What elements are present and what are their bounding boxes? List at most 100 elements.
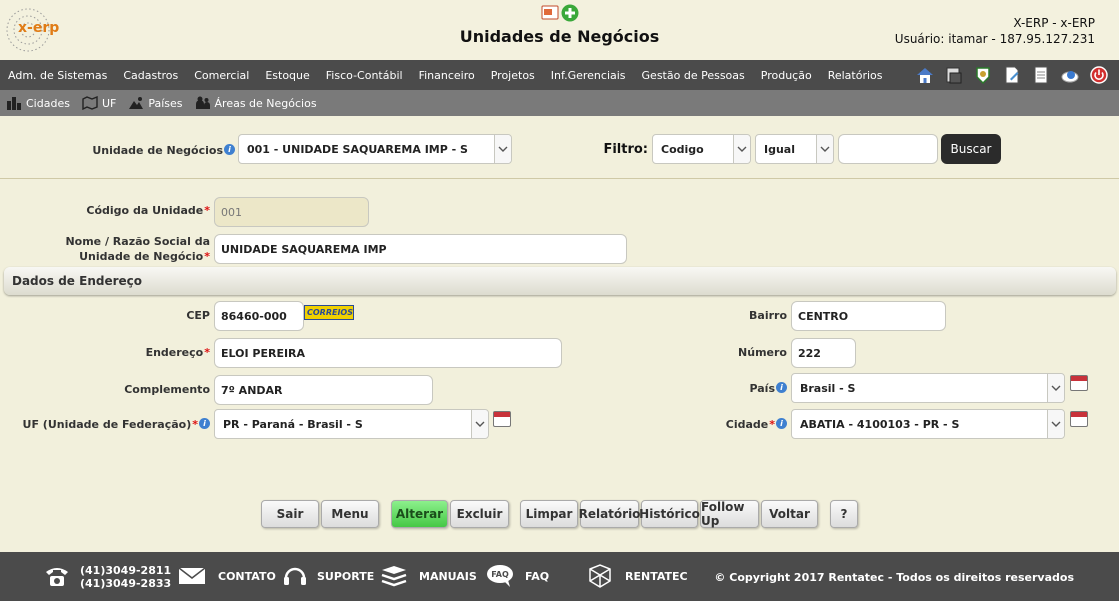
presentation-icon[interactable] (541, 4, 559, 22)
menu-relatorios[interactable]: Relatórios (820, 69, 891, 82)
rentatec-link[interactable]: RENTATEC (586, 563, 688, 589)
info-icon[interactable]: i (224, 144, 235, 155)
unidade-negocios-select[interactable]: 001 - UNIDADE SAQUAREMA IMP - S (238, 134, 512, 164)
chevron-down-icon[interactable] (494, 135, 511, 163)
chevron-down-icon[interactable] (1047, 374, 1064, 402)
menu-inf-gerenciais[interactable]: Inf.Gerenciais (543, 69, 634, 82)
faq-link[interactable]: FAQ FAQ (486, 564, 549, 588)
menu-estoque[interactable]: Estoque (257, 69, 317, 82)
excluir-button[interactable]: Excluir (450, 500, 509, 528)
submenu-uf-label: UF (101, 96, 117, 110)
manuais-label: MANUAIS (419, 569, 477, 583)
followup-button[interactable]: Follow Up (700, 500, 759, 528)
filtro-operador-select[interactable]: Igual (755, 134, 834, 164)
alterar-button[interactable]: Alterar (391, 500, 448, 528)
submenu-cidades-label: Cidades (26, 96, 70, 110)
chevron-down-icon[interactable] (1047, 410, 1064, 438)
phone-icon (46, 568, 68, 586)
correios-search-button[interactable]: CORREIOS (304, 305, 354, 320)
notepad-icon[interactable] (1031, 65, 1051, 85)
copyright: © Copyright 2017 Rentatec - Todos os dir… (714, 571, 1074, 584)
menu-cadastros[interactable]: Cadastros (115, 69, 186, 82)
cep-field[interactable]: 86460-000 (214, 301, 304, 331)
endereco-field[interactable]: ELOI PEREIRA (214, 338, 562, 368)
menu-financeiro[interactable]: Financeiro (411, 69, 483, 82)
add-circle-icon[interactable] (561, 4, 579, 22)
header-actions (541, 4, 579, 22)
contato-label: CONTATO (218, 569, 276, 583)
info-icon[interactable]: i (776, 418, 787, 429)
cidade-select[interactable]: ABATIA - 4100103 - PR - S (791, 409, 1065, 439)
complemento-field[interactable]: 7º ANDAR (214, 375, 433, 405)
uf-label: UF (Unidade de Federação)* i (20, 418, 210, 431)
limpar-button[interactable]: Limpar (520, 500, 578, 528)
section-endereco: Dados de Endereço (4, 267, 1116, 295)
cidade-label: Cidade* i (690, 418, 787, 431)
chevron-down-icon[interactable] (733, 135, 750, 163)
menu-adm-sistemas[interactable]: Adm. de Sistemas (0, 69, 115, 82)
cloud-user-icon[interactable] (1060, 65, 1080, 85)
pais-select[interactable]: Brasil - S (791, 373, 1065, 403)
cep-label: CEP (186, 309, 210, 322)
filtro-campo-select[interactable]: Codigo (652, 134, 751, 164)
mail-icon (178, 567, 206, 584)
uf-register-icon[interactable] (493, 411, 511, 427)
chevron-down-icon[interactable] (471, 410, 488, 438)
menu-projetos[interactable]: Projetos (483, 69, 543, 82)
menu-comercial[interactable]: Comercial (186, 69, 257, 82)
uf-select[interactable]: PR - Paraná - Brasil - S (214, 409, 489, 439)
filtro-operador-value: Igual (764, 142, 795, 156)
bairro-field[interactable]: CENTRO (791, 301, 946, 331)
submenu-paises-label: Países (148, 96, 183, 110)
home-icon[interactable] (915, 65, 935, 85)
unidade-negocios-label: Unidade de Negócios i (60, 144, 235, 157)
info-icon[interactable]: i (199, 418, 210, 429)
info-icon[interactable]: i (776, 382, 787, 393)
numero-label: Número (738, 346, 787, 359)
pais-label: País i (690, 382, 787, 395)
relatorio-button[interactable]: Relatório (579, 500, 640, 528)
submenu-areas-negocios[interactable]: Áreas de Negócios (195, 96, 317, 110)
suporte-link[interactable]: SUPORTE (282, 564, 374, 588)
system-name: X-ERP - x-ERP (1013, 16, 1095, 30)
historico-button[interactable]: Histórico (639, 500, 700, 528)
user-info: Usuário: itamar - 187.95.127.231 (894, 32, 1095, 46)
menu-fisco-contabil[interactable]: Fisco-Contábil (318, 69, 411, 82)
voltar-button[interactable]: Voltar (761, 500, 818, 528)
submenu-paises[interactable]: Países (128, 96, 183, 110)
suporte-label: SUPORTE (317, 569, 375, 583)
submenu-cidades[interactable]: Cidades (6, 96, 70, 110)
help-button[interactable]: ? (830, 500, 858, 528)
sair-button[interactable]: Sair (261, 500, 319, 528)
buscar-button[interactable]: Buscar (941, 134, 1001, 164)
contato-link[interactable]: CONTATO (178, 566, 276, 586)
menu-producao[interactable]: Produção (753, 69, 820, 82)
menu-button[interactable]: Menu (321, 500, 379, 528)
submenu-uf[interactable]: UF (82, 96, 116, 110)
faq-icon-text: FAQ (491, 570, 509, 579)
nome-field[interactable]: UNIDADE SAQUAREMA IMP (214, 234, 627, 264)
pais-register-icon[interactable] (1070, 375, 1088, 391)
nome-label: Nome / Razão Social da Unidade de Negóci… (65, 235, 210, 263)
printer-icon[interactable] (944, 65, 964, 85)
chevron-down-icon[interactable] (816, 135, 833, 163)
numero-field[interactable]: 222 (791, 338, 856, 368)
sub-menu: Cidades UF Países Áreas de Negócios (0, 90, 1119, 116)
cidade-register-icon[interactable] (1070, 411, 1088, 427)
correios-text: CORREIOS (307, 308, 353, 317)
footer: (41)3049-2811 (41)3049-2833 CONTATO SUPO… (0, 552, 1119, 601)
filtro-valor-input[interactable] (838, 134, 938, 164)
unidade-negocios-value: 001 - UNIDADE SAQUAREMA IMP - S (247, 142, 468, 156)
uf-value: PR - Paraná - Brasil - S (223, 417, 363, 431)
filtro-campo-value: Codigo (661, 142, 704, 156)
manuais-link[interactable]: MANUAIS (380, 565, 477, 587)
main-menu: Adm. de Sistemas Cadastros Comercial Est… (0, 60, 1119, 90)
phone-1: (41)3049-2811 (80, 564, 172, 577)
bairro-label: Bairro (749, 309, 787, 322)
landscape-icon (129, 97, 144, 109)
phones: (41)3049-2811 (41)3049-2833 (80, 564, 171, 590)
badge-icon[interactable] (973, 65, 993, 85)
document-edit-icon[interactable] (1002, 65, 1022, 85)
menu-gestao-pessoas[interactable]: Gestão de Pessoas (634, 69, 753, 82)
power-icon[interactable] (1089, 65, 1109, 85)
